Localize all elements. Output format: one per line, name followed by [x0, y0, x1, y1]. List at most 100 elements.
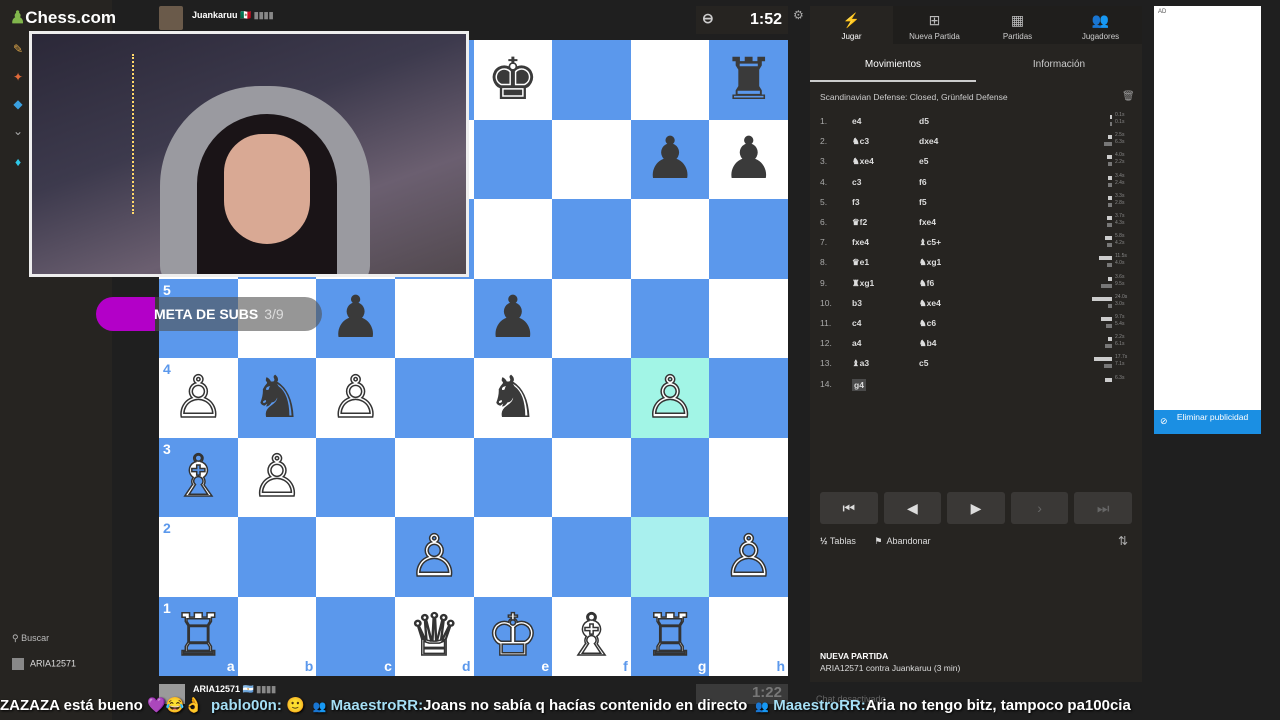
nav-tab-0[interactable]: ⚡ Jugar	[810, 6, 893, 44]
white-move[interactable]: ♝a3	[852, 358, 869, 369]
black-move[interactable]: dxe4	[919, 136, 938, 146]
black-move[interactable]: ♞b4	[919, 338, 937, 349]
white-move[interactable]: ♞c3	[852, 136, 869, 147]
square-g2[interactable]	[630, 517, 710, 597]
square-g1[interactable]: ♖ g	[630, 596, 710, 676]
square-c5[interactable]: ♟	[316, 278, 395, 358]
square-a4[interactable]: ♙ 4	[159, 358, 238, 438]
tab-info[interactable]: Información	[976, 54, 1142, 82]
square-h5[interactable]	[709, 278, 788, 358]
white-move[interactable]: ♜xg1	[852, 278, 874, 289]
square-g4[interactable]: ♙	[630, 358, 710, 438]
trash-icon[interactable]: 🗑	[1122, 91, 1135, 102]
square-c4[interactable]: ♙	[316, 358, 395, 438]
square-d5[interactable]	[394, 278, 474, 358]
square-g3[interactable]	[630, 437, 710, 517]
white-move[interactable]: f3	[852, 197, 860, 207]
square-f4[interactable]	[552, 358, 631, 438]
chess-piece[interactable]: ♕	[407, 606, 461, 666]
chess-piece[interactable]: ♙	[250, 447, 304, 507]
square-c2[interactable]	[316, 517, 395, 597]
square-e5[interactable]: ♟	[473, 278, 553, 358]
resign-button[interactable]: ⚑ Abandonar	[874, 536, 930, 546]
square-d1[interactable]: ♕ d	[394, 596, 474, 676]
black-move[interactable]: f5	[919, 197, 927, 207]
black-move[interactable]: c5	[919, 358, 928, 368]
nav-tab-3[interactable]: 👥 Jugadores	[1059, 6, 1142, 44]
learn-icon[interactable]: ✦	[11, 70, 25, 84]
white-move[interactable]: ♛e1	[852, 257, 869, 268]
nav-tab-2[interactable]: ▦ Partidas	[976, 6, 1059, 44]
diamond-icon[interactable]: ♦	[11, 155, 25, 169]
square-e6[interactable]	[473, 199, 553, 279]
square-a2[interactable]: 2	[159, 517, 238, 597]
black-move[interactable]: d5	[919, 116, 929, 126]
chess-piece[interactable]: ♟	[644, 130, 696, 188]
square-f8[interactable]	[552, 40, 631, 120]
white-move[interactable]: ♞xe4	[852, 156, 874, 167]
chess-piece[interactable]: ♜	[723, 50, 775, 109]
next-move-button[interactable]: ›	[1010, 492, 1069, 524]
black-move[interactable]: f6	[919, 177, 927, 187]
play-button[interactable]: ▶	[947, 492, 1005, 524]
profile-item[interactable]: ARIA12571	[12, 658, 76, 670]
square-b1[interactable]: b	[237, 596, 317, 676]
square-d4[interactable]	[394, 358, 474, 438]
white-move[interactable]: g4	[852, 378, 866, 391]
more-chevron-icon[interactable]: ⌄	[11, 124, 25, 138]
chess-piece[interactable]: ♞	[487, 368, 539, 427]
square-a1[interactable]: ♖ 1 a	[159, 596, 238, 676]
chess-piece[interactable]: ♗	[172, 447, 226, 507]
search-item[interactable]: ⚲ Buscar	[12, 633, 49, 644]
black-move[interactable]: ♞c6	[919, 318, 936, 329]
watch-icon[interactable]: ◆	[11, 97, 25, 111]
black-move[interactable]: fxe4	[919, 217, 936, 227]
remove-ads-button[interactable]: ⊘ Eliminar publicidad	[1154, 410, 1261, 434]
square-e4[interactable]: ♞	[473, 358, 553, 438]
white-move[interactable]: a4	[852, 338, 861, 348]
square-e2[interactable]	[473, 517, 553, 597]
square-g6[interactable]	[630, 199, 710, 279]
black-move[interactable]: e5	[919, 156, 928, 166]
square-e1[interactable]: ♔ e	[473, 596, 553, 676]
top-player-name[interactable]: Juankaruu 🇲🇽 ▮▮▮▮	[192, 10, 274, 21]
square-b3[interactable]: ♙	[237, 437, 317, 517]
square-f6[interactable]	[552, 199, 631, 279]
puzzle-icon[interactable]: ✎	[11, 42, 25, 56]
square-f5[interactable]	[552, 278, 631, 358]
square-e8[interactable]: ♚	[473, 40, 553, 120]
square-f7[interactable]	[552, 119, 631, 199]
square-h8[interactable]: ♜	[709, 40, 788, 120]
chess-piece[interactable]: ♚	[487, 50, 539, 109]
black-move[interactable]: ♞xg1	[919, 257, 941, 268]
chess-piece[interactable]: ♟	[487, 289, 539, 347]
square-g7[interactable]: ♟	[630, 119, 710, 199]
chess-piece[interactable]: ♖	[643, 606, 697, 666]
opening-name[interactable]: Scandinavian Defense: Closed, Grünfeld D…	[820, 92, 1008, 102]
chess-piece[interactable]: ♙	[172, 368, 226, 428]
square-h2[interactable]: ♙	[709, 517, 788, 597]
square-d3[interactable]	[394, 437, 474, 517]
square-b2[interactable]	[237, 517, 317, 597]
chess-piece[interactable]: ♟	[723, 130, 775, 188]
site-logo[interactable]: ♟Chess.com	[10, 8, 116, 28]
white-move[interactable]: b3	[852, 298, 862, 308]
square-g5[interactable]	[630, 278, 710, 358]
nav-tab-1[interactable]: ⊞ Nueva Partida	[893, 6, 976, 44]
white-move[interactable]: e4	[852, 116, 861, 126]
square-e3[interactable]	[473, 437, 553, 517]
last-move-button[interactable]: ⏭	[1074, 492, 1132, 524]
white-move[interactable]: fxe4	[852, 237, 869, 247]
black-move[interactable]: ♞xe4	[919, 298, 941, 309]
chess-piece[interactable]: ♙	[722, 527, 776, 587]
white-move[interactable]: c4	[852, 318, 861, 328]
white-move[interactable]: ♛f2	[852, 217, 867, 228]
square-e7[interactable]	[473, 119, 553, 199]
flip-board-icon[interactable]: ⇅	[1118, 534, 1128, 548]
square-h6[interactable]	[709, 199, 788, 279]
prev-move-button[interactable]: ◀	[883, 492, 942, 524]
square-h7[interactable]: ♟	[709, 119, 788, 199]
tab-moves[interactable]: Movimientos	[810, 54, 976, 82]
chess-piece[interactable]: ♙	[643, 368, 697, 428]
draw-button[interactable]: ½ Tablas	[820, 536, 856, 546]
